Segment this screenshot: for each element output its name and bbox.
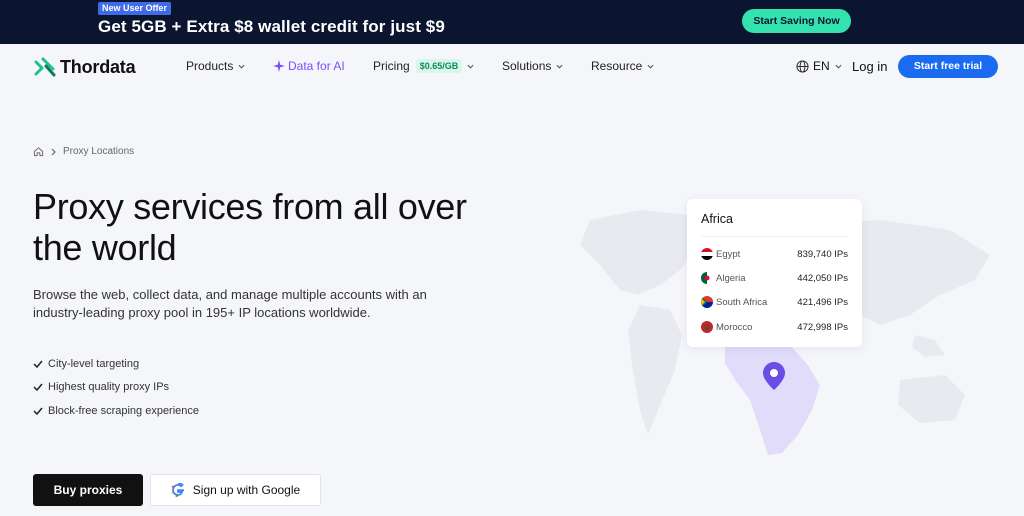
breadcrumb-current: Proxy Locations bbox=[63, 146, 135, 157]
home-icon[interactable] bbox=[33, 146, 44, 157]
feature-label: City-level targeting bbox=[48, 357, 140, 370]
list-item: Block-free scraping experience bbox=[33, 399, 199, 423]
feature-label: Block-free scraping experience bbox=[48, 404, 200, 417]
map-southeast-asia bbox=[912, 335, 945, 357]
chevron-right-icon bbox=[51, 148, 56, 155]
check-icon bbox=[33, 360, 43, 368]
pricing-badge: $0.65/GB bbox=[415, 59, 463, 73]
nav-products-label: Products bbox=[186, 59, 234, 73]
ip-count: 421,496 IPs bbox=[797, 296, 848, 308]
map-africa bbox=[725, 335, 820, 455]
nav-resource-label: Resource bbox=[591, 59, 643, 73]
page-title: Proxy services from all over the world bbox=[33, 186, 467, 268]
table-row: South Africa 421,496 IPs bbox=[701, 294, 848, 310]
feature-list: City-level targeting Highest quality pro… bbox=[33, 352, 199, 423]
country-name: Morocco bbox=[716, 321, 753, 333]
buy-proxies-button[interactable]: Buy proxies bbox=[33, 474, 143, 506]
ip-count: 472,998 IPs bbox=[797, 321, 848, 333]
nav-solutions[interactable]: Solutions bbox=[502, 59, 563, 73]
language-label: EN bbox=[813, 59, 830, 73]
chevron-down-icon bbox=[647, 64, 654, 69]
login-link[interactable]: Log in bbox=[852, 59, 887, 74]
nav-products[interactable]: Products bbox=[186, 59, 245, 73]
nav-data-for-ai[interactable]: Data for AI bbox=[273, 59, 345, 73]
start-free-trial-button[interactable]: Start free trial bbox=[898, 55, 998, 78]
ip-count: 442,050 IPs bbox=[797, 272, 848, 284]
hero-description: Browse the web, collect data, and manage… bbox=[33, 287, 427, 320]
chevron-down-icon bbox=[556, 64, 563, 69]
promo-banner: New User Offer Get 5GB + Extra $8 wallet… bbox=[0, 0, 1024, 44]
map-australia bbox=[898, 375, 965, 423]
google-signup-label: Sign up with Google bbox=[192, 483, 301, 497]
logo-text: Thordata bbox=[60, 56, 136, 77]
sparkle-icon bbox=[273, 60, 285, 72]
region-title: Africa bbox=[701, 212, 733, 226]
divider bbox=[701, 236, 848, 237]
country-name: Algeria bbox=[716, 272, 746, 284]
country-name: Egypt bbox=[716, 248, 741, 260]
table-row: Morocco 472,998 IPs bbox=[701, 319, 848, 335]
nav-pricing[interactable]: Pricing $0.65/GB bbox=[373, 59, 474, 73]
egypt-flag-icon bbox=[701, 248, 713, 260]
map-pin-icon[interactable] bbox=[762, 361, 786, 391]
south-africa-flag-icon bbox=[701, 296, 713, 308]
morocco-flag-icon bbox=[701, 321, 713, 333]
breadcrumb: Proxy Locations bbox=[33, 146, 134, 157]
table-row: Algeria 442,050 IPs bbox=[701, 270, 848, 286]
start-saving-button[interactable]: Start Saving Now bbox=[742, 9, 851, 33]
algeria-flag-icon bbox=[701, 272, 713, 284]
feature-label: Highest quality proxy IPs bbox=[48, 381, 170, 394]
nav-pricing-label: Pricing bbox=[373, 59, 410, 73]
new-user-badge: New User Offer bbox=[98, 2, 172, 15]
nav-resource[interactable]: Resource bbox=[591, 59, 654, 73]
nav-data-ai-label: Data for AI bbox=[288, 59, 345, 73]
google-icon bbox=[171, 483, 184, 497]
region-card: Africa Egypt 839,740 IPs Algeria 442,050… bbox=[687, 199, 862, 347]
check-icon bbox=[33, 407, 43, 415]
chevron-down-icon bbox=[467, 64, 474, 69]
main-nav: Thordata Products Data for AI Pricing $0… bbox=[0, 44, 1024, 88]
map-south-america bbox=[628, 305, 682, 435]
list-item: Highest quality proxy IPs bbox=[33, 376, 199, 400]
logo[interactable]: Thordata bbox=[34, 56, 136, 78]
list-item: City-level targeting bbox=[33, 352, 199, 376]
check-icon bbox=[33, 383, 43, 392]
country-name: South Africa bbox=[716, 296, 768, 308]
nav-solutions-label: Solutions bbox=[502, 59, 552, 73]
language-selector[interactable]: EN bbox=[796, 59, 846, 73]
chevron-down-icon bbox=[835, 64, 842, 69]
globe-icon bbox=[796, 59, 809, 73]
google-signup-button[interactable]: Sign up with Google bbox=[150, 474, 321, 506]
ip-count: 839,740 IPs bbox=[797, 248, 848, 260]
chevron-down-icon bbox=[238, 64, 245, 69]
table-row: Egypt 839,740 IPs bbox=[701, 246, 848, 262]
promo-headline: Get 5GB + Extra $8 wallet credit for jus… bbox=[98, 17, 445, 36]
thordata-logo-icon bbox=[34, 57, 56, 77]
